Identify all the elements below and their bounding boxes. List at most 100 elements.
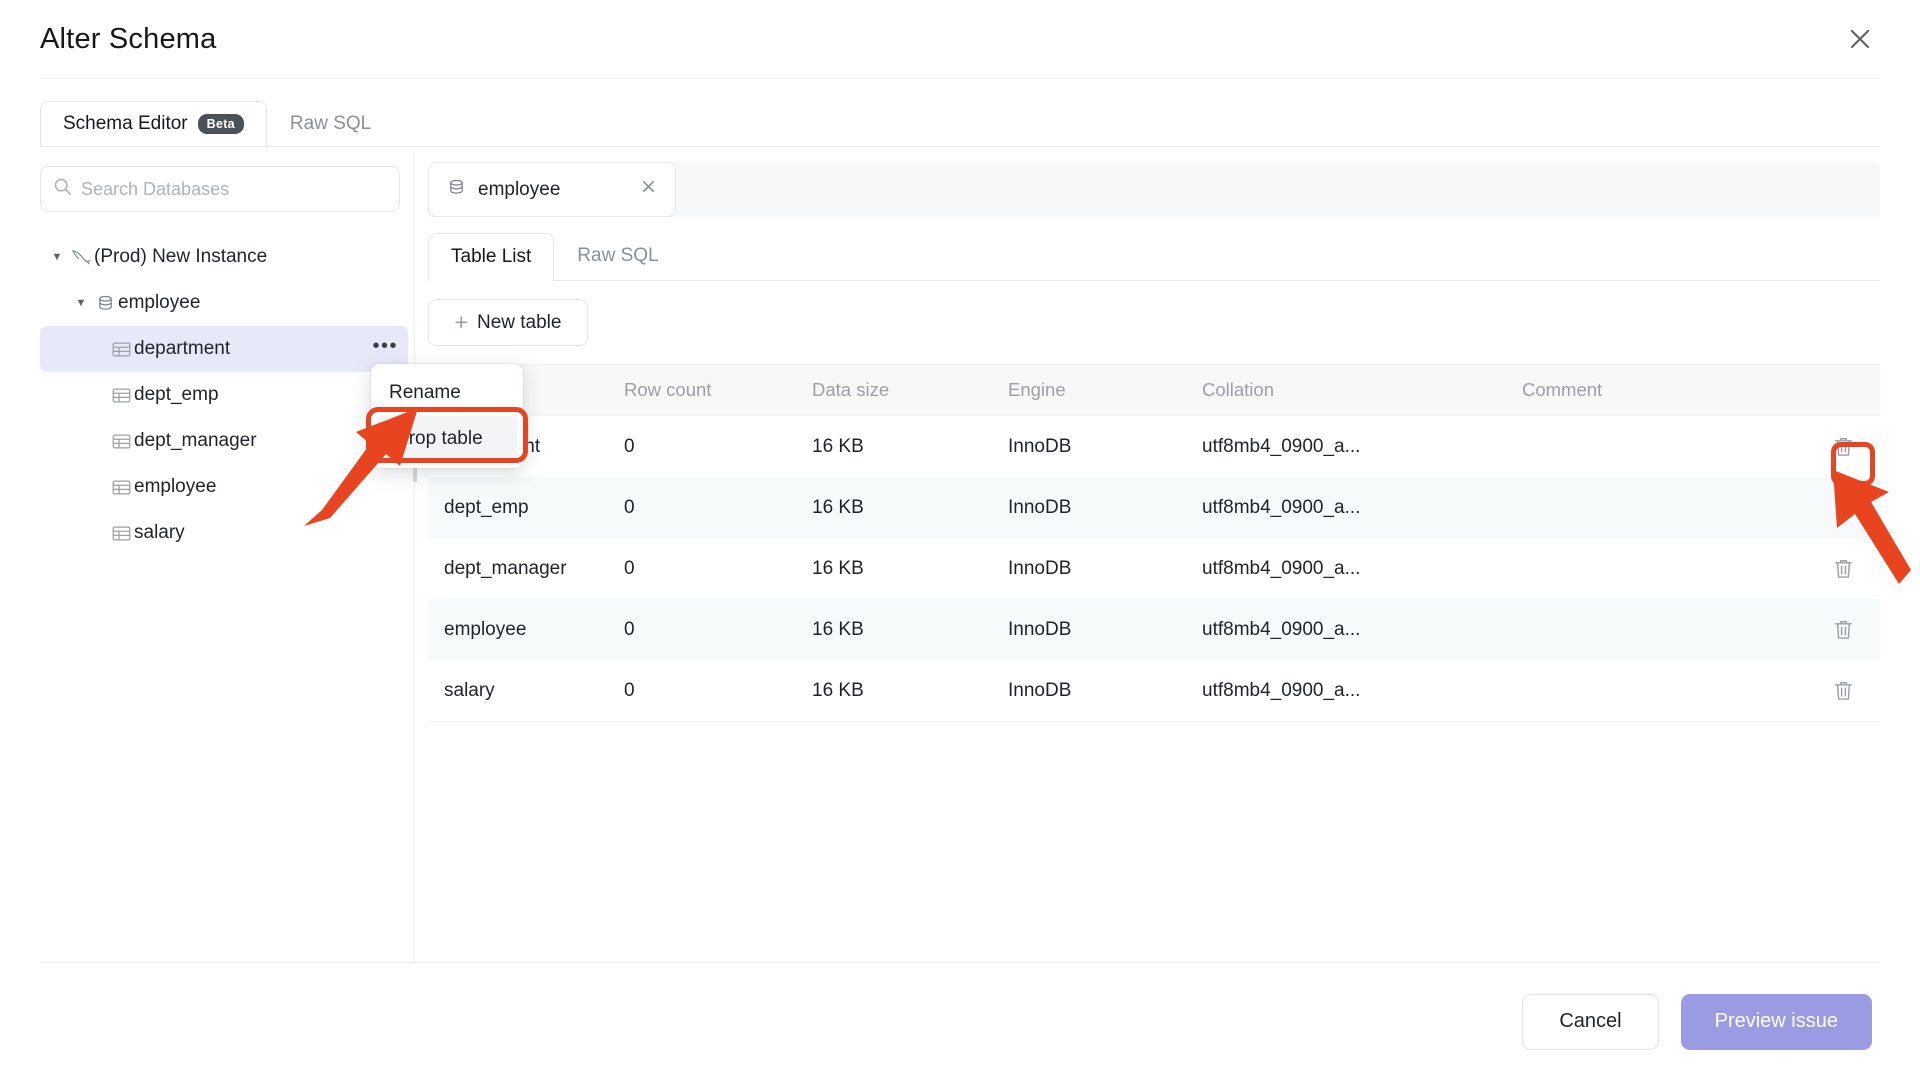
main-content: employee Table List Raw SQL + New table … [428, 162, 1880, 962]
trash-icon[interactable] [1833, 558, 1854, 580]
cell-data-size: 16 KB [812, 618, 864, 640]
cell-row-count: 0 [624, 679, 635, 701]
trash-icon[interactable] [1833, 619, 1854, 641]
search-databases-box[interactable] [40, 166, 400, 212]
table-icon [108, 387, 134, 404]
table-icon [108, 341, 134, 358]
cell-data-size: 16 KB [812, 435, 864, 457]
cell-data-size: 16 KB [812, 496, 864, 518]
database-chip-label: employee [478, 178, 561, 200]
table-row[interactable]: employee 0 16 KB InnoDB utf8mb4_0900_a..… [428, 599, 1880, 660]
trash-icon[interactable] [1833, 680, 1854, 702]
cell-engine: InnoDB [1008, 496, 1072, 518]
dialog-footer: Cancel Preview issue [40, 963, 1880, 1080]
panel-splitter[interactable] [412, 162, 418, 962]
close-icon[interactable] [640, 178, 657, 201]
tree-item-table-department[interactable]: department ••• [40, 326, 408, 372]
cell-engine: InnoDB [1008, 618, 1072, 640]
tree-item-table-dept-manager[interactable]: dept_manager [40, 418, 408, 464]
cell-collation: utf8mb4_0900_a... [1202, 557, 1361, 579]
tabs-divider [40, 146, 1880, 147]
table-row[interactable]: dept_manager 0 16 KB InnoDB utf8mb4_0900… [428, 538, 1880, 599]
mysql-dolphin-icon [68, 248, 94, 266]
tree-item-table-label: dept_emp [134, 384, 219, 405]
database-icon [92, 294, 118, 313]
table-row[interactable]: department 0 16 KB InnoDB utf8mb4_0900_a… [428, 416, 1880, 477]
tab-raw-sql-label: Raw SQL [289, 113, 372, 134]
tree-item-more-button[interactable]: ••• [372, 336, 398, 358]
table-bottom-border [428, 721, 1880, 722]
header-divider [40, 78, 1880, 79]
cell-data-size: 16 KB [812, 679, 864, 701]
database-chip-bar: employee [428, 162, 1880, 217]
tab-schema-editor-label: Schema Editor [63, 113, 188, 134]
database-chip-employee[interactable]: employee [428, 162, 676, 217]
database-tree: ▼ (Prod) New Instance ▼ employee departm… [40, 234, 408, 556]
cell-engine: InnoDB [1008, 679, 1072, 701]
tab-table-list[interactable]: Table List [428, 233, 555, 281]
tree-item-database-label: employee [118, 292, 201, 313]
tree-item-database-employee[interactable]: ▼ employee [40, 280, 408, 326]
tree-item-table-label: salary [134, 522, 185, 543]
table-header-row: Row count Data size Engine Collation Com… [428, 364, 1880, 416]
cell-engine: InnoDB [1008, 557, 1072, 579]
cell-table-name: salary [444, 679, 495, 701]
tree-item-instance[interactable]: ▼ (Prod) New Instance [40, 234, 408, 280]
close-icon[interactable] [1840, 19, 1880, 59]
column-header-collation: Collation [1202, 379, 1274, 400]
new-table-button[interactable]: + New table [428, 299, 588, 346]
search-icon [53, 177, 72, 201]
plus-icon: + [454, 309, 468, 335]
context-menu-item-drop-table[interactable]: Drop table [377, 416, 517, 462]
tree-item-table-label: department [134, 338, 231, 359]
new-table-button-label: New table [476, 311, 562, 333]
tree-item-table-dept-emp[interactable]: dept_emp [40, 372, 408, 418]
tab-content-raw-sql[interactable]: Raw SQL [554, 232, 681, 280]
chevron-down-icon[interactable]: ▼ [46, 251, 68, 263]
context-menu-item-rename[interactable]: Rename [371, 370, 523, 416]
beta-badge: Beta [197, 114, 244, 134]
dialog-header: Alter Schema [0, 0, 1920, 78]
table-row[interactable]: dept_emp 0 16 KB InnoDB utf8mb4_0900_a..… [428, 477, 1880, 538]
content-tab-bar: Table List Raw SQL [428, 233, 1880, 281]
cell-row-count: 0 [624, 618, 635, 640]
table-row[interactable]: salary 0 16 KB InnoDB utf8mb4_0900_a... [428, 660, 1880, 721]
cell-collation: utf8mb4_0900_a... [1202, 496, 1361, 518]
cancel-button[interactable]: Cancel [1522, 993, 1659, 1050]
cell-row-count: 0 [624, 557, 635, 579]
tree-item-instance-label: (Prod) New Instance [94, 246, 268, 267]
trash-icon[interactable] [1833, 436, 1854, 458]
column-header-row-count: Row count [624, 379, 712, 400]
tree-item-table-salary[interactable]: salary [40, 510, 408, 556]
column-header-engine: Engine [1008, 379, 1066, 400]
cell-collation: utf8mb4_0900_a... [1202, 618, 1361, 640]
table-icon [108, 525, 134, 542]
preview-issue-button[interactable]: Preview issue [1680, 993, 1872, 1050]
database-sidebar: ▼ (Prod) New Instance ▼ [40, 162, 408, 962]
top-tab-bar: Schema Editor Beta Raw SQL [40, 101, 394, 147]
cell-table-name: dept_emp [444, 496, 529, 518]
cell-data-size: 16 KB [812, 557, 864, 579]
tree-item-table-label: dept_manager [134, 430, 257, 451]
table-icon [108, 433, 134, 450]
trash-icon[interactable] [1833, 497, 1854, 519]
cell-table-name: employee [444, 618, 527, 640]
column-header-data-size: Data size [812, 379, 890, 400]
cell-collation: utf8mb4_0900_a... [1202, 435, 1361, 457]
cell-row-count: 0 [624, 435, 635, 457]
database-icon [447, 178, 466, 202]
tab-raw-sql[interactable]: Raw SQL [267, 101, 394, 147]
cell-table-name: dept_manager [444, 557, 567, 579]
cell-row-count: 0 [624, 496, 635, 518]
table-list: Row count Data size Engine Collation Com… [428, 364, 1880, 722]
tree-item-table-label: employee [134, 476, 217, 497]
chevron-down-icon[interactable]: ▼ [70, 297, 92, 309]
tab-schema-editor[interactable]: Schema Editor Beta [40, 101, 267, 147]
cell-engine: InnoDB [1008, 435, 1072, 457]
tree-item-table-employee[interactable]: employee [40, 464, 408, 510]
column-header-comment: Comment [1522, 379, 1603, 400]
page-title: Alter Schema [40, 22, 217, 55]
cell-collation: utf8mb4_0900_a... [1202, 679, 1361, 701]
search-input[interactable] [81, 178, 387, 200]
table-icon [108, 479, 134, 496]
